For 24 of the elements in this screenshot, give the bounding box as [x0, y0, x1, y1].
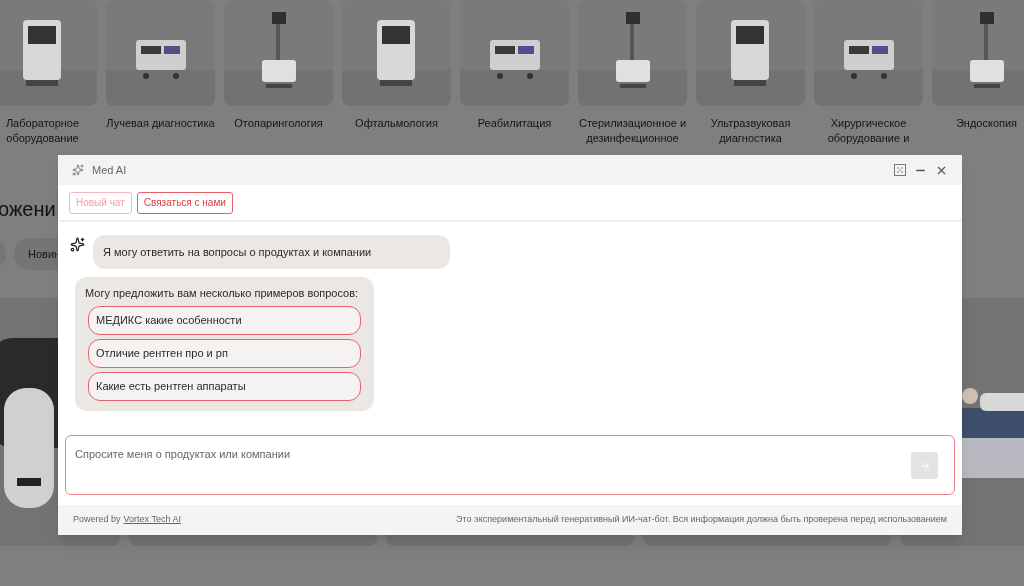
expand-icon[interactable] — [894, 164, 906, 176]
disclaimer-text: Это экспериментальный генеративный ИИ-чат-бот. Вся информация должна быть проверена перед использованием — [456, 513, 947, 527]
category-label[interactable]: Ультразвуковая диагностика — [696, 116, 805, 146]
category-label[interactable]: Эндоскопия — [955, 116, 1018, 131]
vortex-link[interactable]: Vortex Tech AI — [123, 513, 181, 527]
message-input[interactable]: Спросите меня о продуктах или компании — [65, 435, 955, 495]
input-text[interactable]: Спросите меня о продуктах или компании — [75, 446, 911, 463]
message-bubble: Я могу ответить на вопросы о продуктах и компании — [93, 235, 450, 269]
category-label[interactable]: Реабилитация — [477, 116, 552, 131]
powered-by-text: Powered by — [73, 513, 121, 527]
category-label[interactable]: Лучевая диагностика — [106, 116, 215, 131]
category-label[interactable]: Отоларингология — [234, 116, 323, 131]
sparkle-icon — [72, 164, 84, 176]
suggestions-intro: Могу предложить вам несколько примеров вопросов: — [85, 286, 360, 301]
category-label[interactable]: Хирургическое оборудование и — [814, 116, 923, 146]
suggestion-button[interactable]: Отличие рентген про и рп — [88, 338, 361, 368]
category-label[interactable]: Лабораторное оборудование — [0, 116, 97, 146]
suggestion-button[interactable]: Какие есть рентген аппараты — [88, 371, 361, 401]
category-label[interactable]: Стерилизационное и дезинфекционное — [578, 116, 687, 146]
toolbar-button[interactable]: Связаться с нами — [136, 191, 233, 214]
suggestion-button[interactable]: МЕДИКС какие особенности — [88, 305, 361, 335]
window-title: Med AI — [92, 162, 127, 178]
category-label[interactable]: Офтальмология — [355, 116, 438, 131]
sparkle-icon — [70, 237, 85, 252]
